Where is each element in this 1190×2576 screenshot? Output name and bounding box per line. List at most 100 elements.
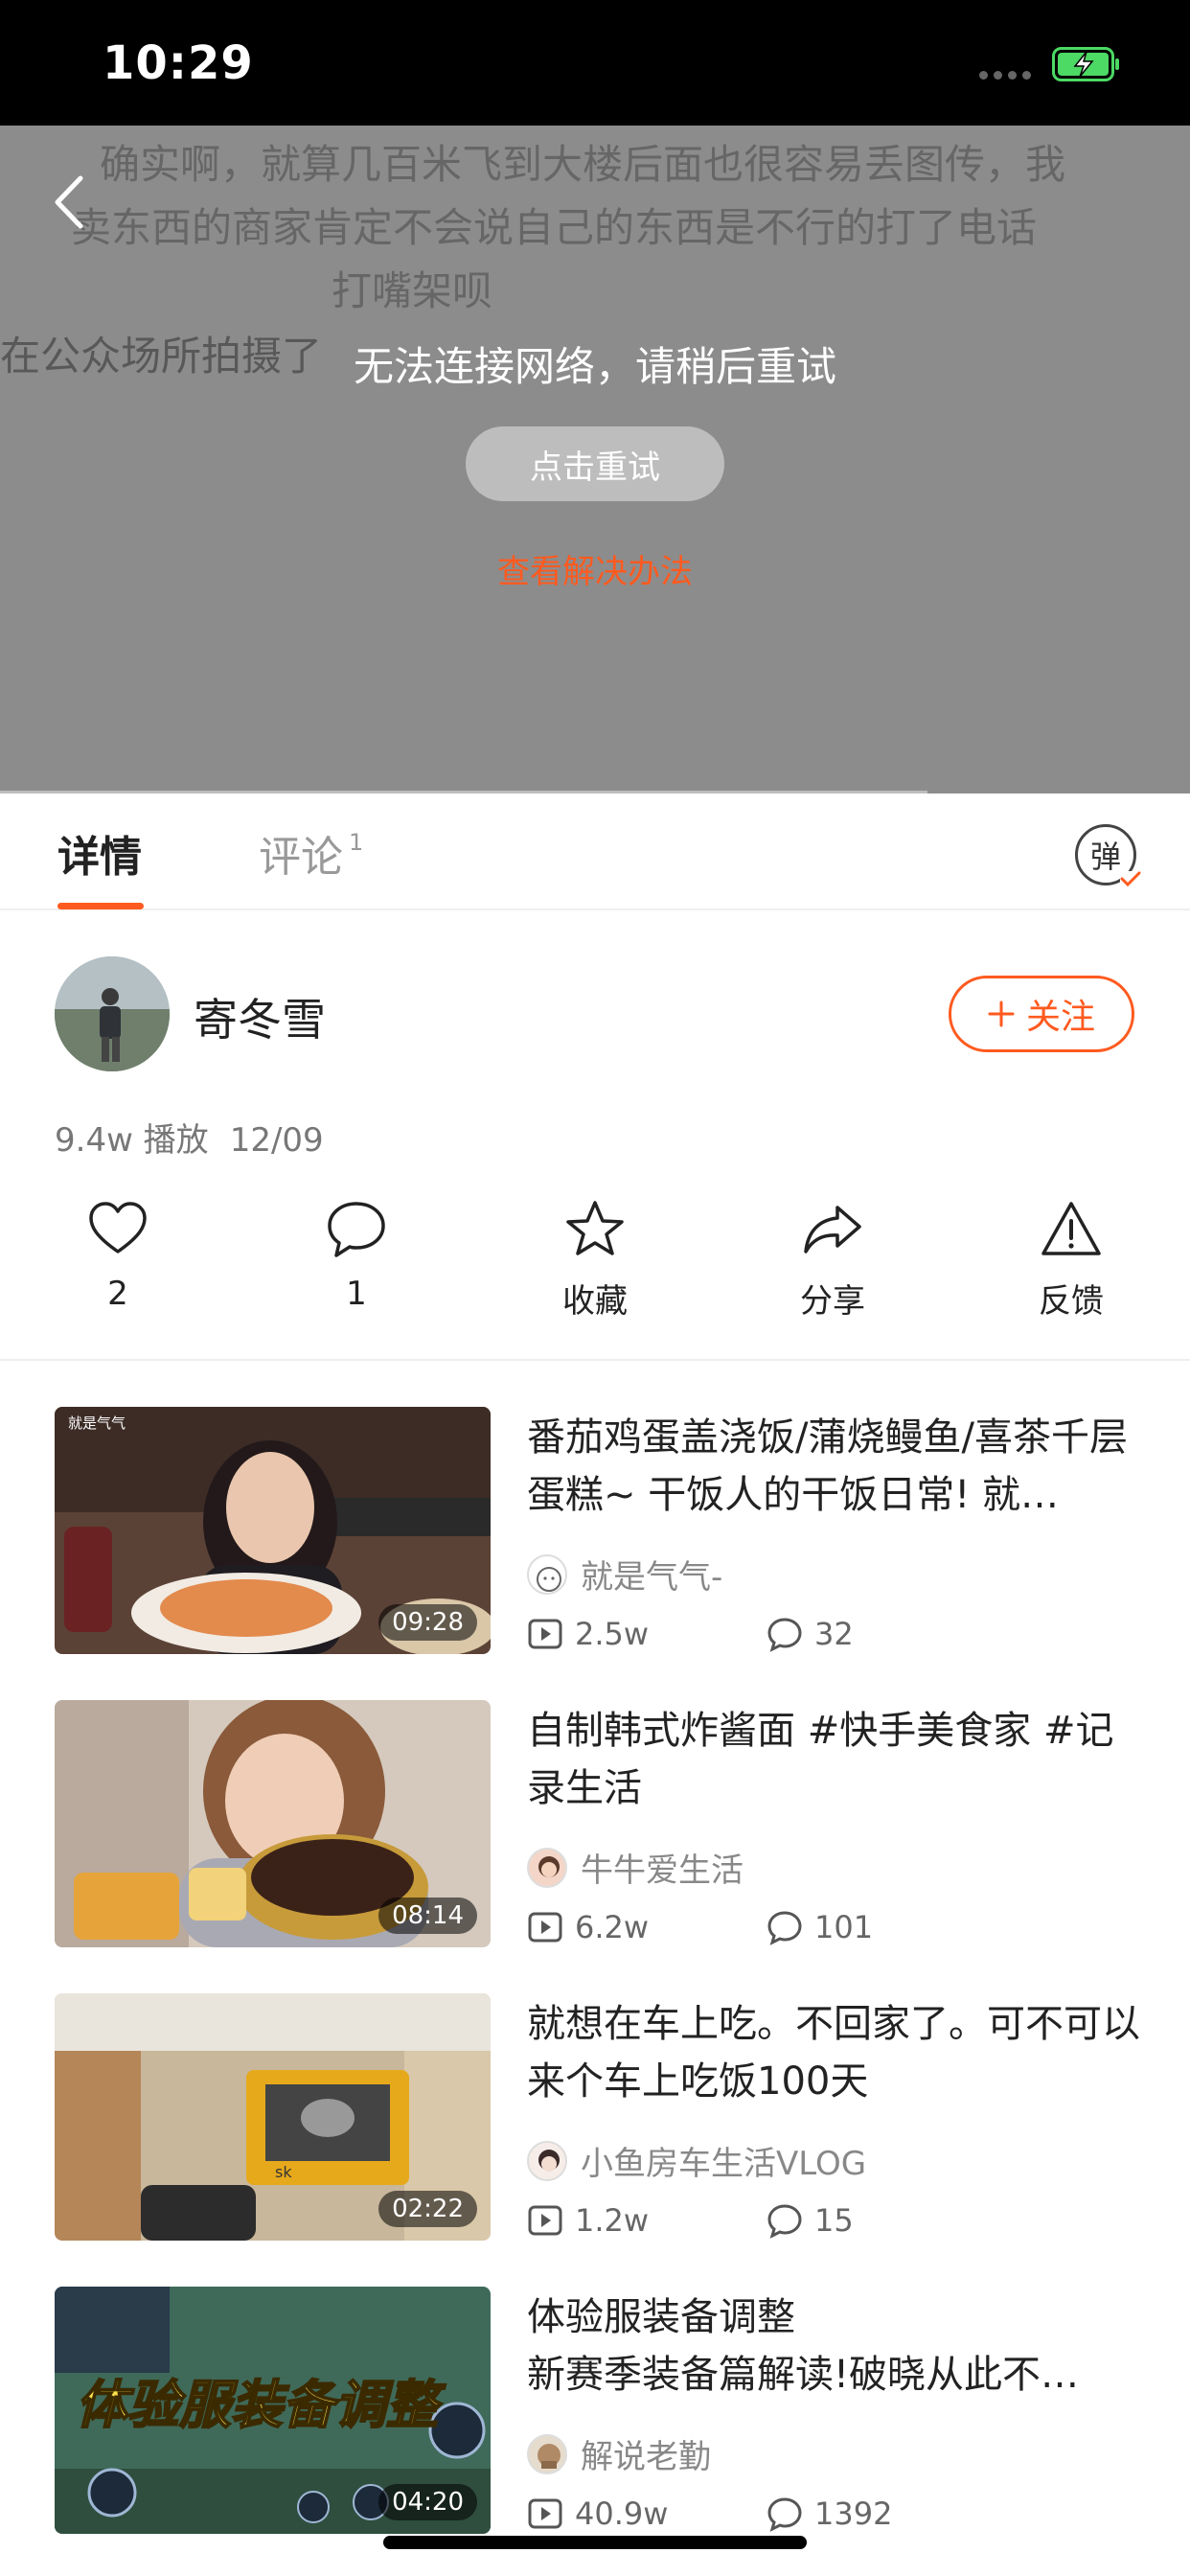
danmaku-comment: 打嘴架呗 [332,267,493,314]
like-button[interactable]: 2 [41,1198,195,1313]
network-error-message: 无法连接网络，请稍后重试 [353,343,836,390]
comment-bubble-icon [328,1202,385,1257]
person-silhouette-icon [55,956,170,1071]
related-play-count: 1.2w [575,2202,650,2239]
related-video-item[interactable]: sk 02:22 就想在车上吃。不回家了。可不可以来个车上吃饭100天 小鱼房车… [0,1993,1190,2242]
comment-bubble-icon [767,2204,802,2239]
related-video-stats: 6.2w 101 [527,1909,1006,1945]
svg-text:sk: sk [275,2163,292,2181]
favorite-label: 收藏 [562,1282,628,1321]
star-icon [566,1201,624,1255]
related-video-title: 番茄鸡蛋盖浇饭/蒲烧鳗鱼/喜茶千层蛋糕~ 干饭人的干饭日常! 就… [527,1415,1128,1517]
share-label: 分享 [800,1282,865,1321]
status-bar: 10:29 [0,0,1190,126]
video-duration: 09:28 [378,1604,477,1641]
check-icon [1120,871,1141,886]
related-comment-count: 15 [814,2202,854,2239]
related-play-count: 6.2w [575,1909,650,1945]
related-video-author[interactable]: 解说老勤 [527,2430,711,2477]
play-icon [528,1912,562,1943]
related-video-title: 就想在车上吃。不回家了。可不可以来个车上吃饭100天 [527,2002,1140,2104]
video-thumbnail[interactable]: 就是气气 09:28 [55,1407,491,1654]
action-bar: 2 1 收藏 分享 反馈 [0,1198,1190,1321]
favorite-button[interactable]: 收藏 [518,1198,672,1322]
retry-button[interactable]: 点击重试 [466,426,724,501]
warning-icon [1041,1202,1101,1255]
play-icon [528,1619,562,1649]
thumbnail-title-text: 体验服装备调整 [76,2375,446,2435]
signal-icon [979,71,1031,80]
comment-bubble-icon [767,1911,802,1945]
related-video-item[interactable]: 就是气气 09:28 番茄鸡蛋盖浇饭/蒲烧鳗鱼/喜茶千层蛋糕~ 干饭人的干饭日常… [0,1407,1190,1656]
video-player[interactable]: 确实啊，就算几百米飞到大楼后面也很容易丢图传，我 卖东西的商家肯定不会说自己的东… [0,126,1190,794]
detail-tab-bar: 详情 评论 1 弹 [0,794,1190,910]
tab-comments[interactable]: 评论 1 [259,822,363,884]
section-divider [0,1359,1190,1361]
danmaku-comment: 确实啊，就算几百米飞到大楼后面也很容易丢图传，我 [100,141,1066,188]
play-icon [528,2205,562,2236]
battery-charging-icon [1052,47,1119,81]
author-mini-avatar [527,1553,567,1595]
related-play-count: 2.5w [575,1616,650,1652]
author-mini-avatar [527,2140,567,2181]
related-video-title: 体验服装备调整 新赛季装备篇解读!破晓从此不… [527,2295,1080,2397]
related-video-author[interactable]: 就是气气- [527,1551,722,1598]
follow-button[interactable]: 关注 [949,976,1134,1052]
related-video-stats: 40.9w 1392 [527,2496,1006,2532]
author-mini-avatar [527,2433,567,2474]
view-solution-link[interactable]: 查看解决办法 [0,545,1190,592]
related-comment-count: 1392 [814,2496,893,2532]
feedback-button[interactable]: 反馈 [995,1198,1148,1322]
chevron-left-icon [55,175,83,229]
home-indicator[interactable] [383,2536,807,2549]
comment-bubble-icon [767,2497,802,2532]
share-button[interactable]: 分享 [756,1198,909,1322]
related-video-author[interactable]: 小鱼房车生活VLOG [527,2137,866,2184]
related-video-item[interactable]: 体验服装备调整 04:20 体验服装备调整 新赛季装备篇解读!破晓从此不… 解说… [0,2287,1190,2536]
author-mini-avatar [527,1847,567,1888]
follow-label: 关注 [1025,998,1095,1037]
feedback-label: 反馈 [1039,1282,1104,1321]
video-duration: 08:14 [378,1898,477,1934]
comment-bubble-icon [767,1618,802,1652]
thumbnail-watermark: 就是气气 [68,1414,126,1432]
plus-icon [988,1000,1015,1027]
video-duration: 04:20 [378,2484,477,2520]
related-author-name: 牛牛爱生活 [581,1852,744,1890]
related-video-author[interactable]: 牛牛爱生活 [527,1844,744,1891]
related-play-count: 40.9w [575,2496,669,2532]
status-time: 10:29 [103,36,254,90]
related-video-stats: 1.2w 15 [527,2202,1006,2239]
comments-count-badge: 1 [349,829,364,857]
publish-date: 12/09 [229,1121,324,1160]
danmaku-toggle-button[interactable]: 弹 [1075,824,1141,886]
back-button[interactable] [44,169,92,236]
related-video-item[interactable]: 08:14 自制韩式炸酱面 #快手美食家 #记录生活 牛牛爱生活 6.2w 10… [0,1700,1190,1949]
related-comment-count: 32 [814,1616,854,1652]
danmaku-toggle-label: 弹 [1089,839,1121,875]
danmaku-comment: 卖东西的商家肯定不会说自己的东西是不行的打了电话 [71,204,1038,251]
comment-count: 1 [346,1275,367,1313]
comment-button[interactable]: 1 [280,1198,433,1313]
video-thumbnail[interactable]: sk 02:22 [55,1993,491,2241]
share-arrow-icon [804,1206,861,1254]
video-meta: 9.4w 播放 12/09 [55,1114,324,1161]
video-thumbnail[interactable]: 08:14 [55,1700,491,1947]
play-icon [528,2498,562,2529]
play-count: 9.4w 播放 [55,1121,209,1160]
related-author-name: 就是气气- [581,1558,723,1597]
author-avatar[interactable] [55,956,170,1071]
related-video-title: 自制韩式炸酱面 #快手美食家 #记录生活 [527,1709,1114,1810]
related-author-name: 小鱼房车生活VLOG [581,2145,867,2183]
tab-details[interactable]: 详情 [57,822,142,884]
like-count: 2 [107,1275,128,1313]
video-duration: 02:22 [378,2191,477,2227]
author-name[interactable]: 寄冬雪 [194,985,326,1048]
active-tab-indicator [57,903,144,909]
heart-icon [89,1202,147,1254]
video-thumbnail[interactable]: 体验服装备调整 04:20 [55,2287,491,2534]
related-author-name: 解说老勤 [581,2438,711,2476]
tab-comments-label: 评论 [259,833,343,882]
related-video-stats: 2.5w 32 [527,1616,1006,1652]
related-comment-count: 101 [814,1909,874,1945]
